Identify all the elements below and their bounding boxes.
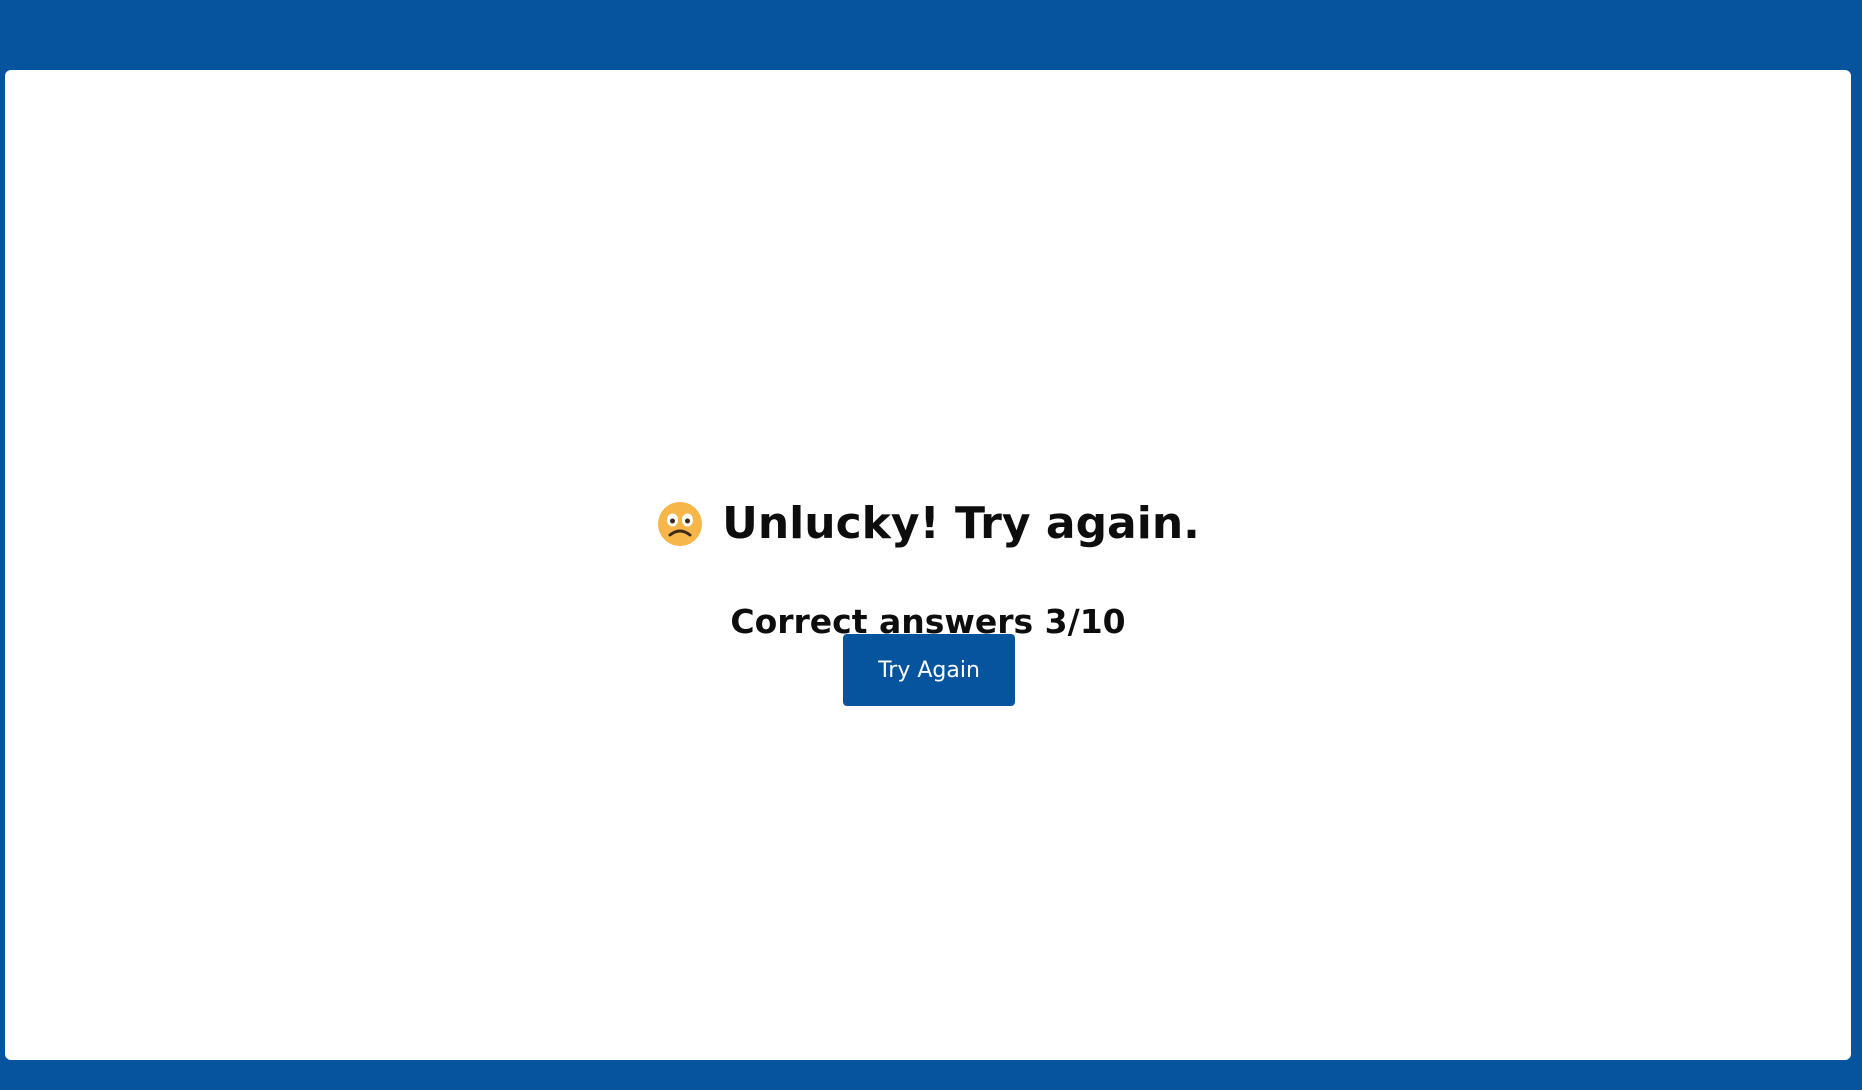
try-again-button[interactable]: Try Again (843, 634, 1015, 706)
quiz-page: Unlucky! Try again. Correct answers 3/10… (0, 0, 1862, 1090)
frowning-face-icon (656, 500, 704, 548)
result-title: Unlucky! Try again. (722, 498, 1200, 549)
result-heading: Unlucky! Try again. (5, 495, 1851, 553)
result-card: Unlucky! Try again. Correct answers 3/10… (5, 70, 1851, 1060)
